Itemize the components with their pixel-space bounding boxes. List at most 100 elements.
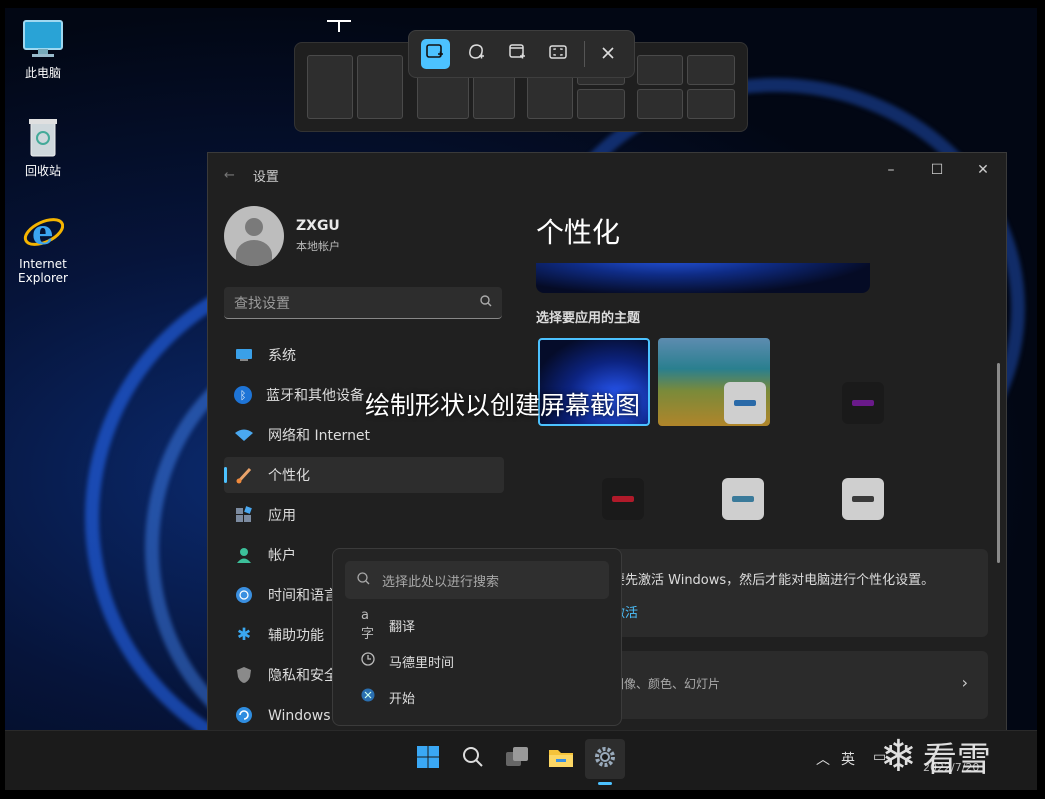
settings-app-button[interactable] [585, 739, 625, 785]
sidebar-item-label: 网络和 Internet [268, 428, 371, 444]
profile-name: ZXGU [296, 218, 340, 234]
sidebar-item-label: 应用 [268, 508, 296, 524]
search-placeholder: 查找设置 [234, 295, 290, 312]
desktop-icon-label: Internet Explorer [18, 257, 68, 285]
back-arrow-icon[interactable]: ← [224, 168, 235, 183]
window-title: 设置 [252, 169, 279, 185]
avatar [224, 206, 284, 266]
activate-link[interactable]: 激活 [612, 602, 974, 621]
window-snip-icon [508, 43, 526, 65]
search-icon [357, 571, 370, 589]
crosshair-cursor [327, 10, 351, 32]
wifi-icon [234, 425, 254, 445]
file-explorer-button[interactable] [541, 739, 581, 779]
popup-item-translate[interactable]: a字 翻译 [345, 607, 609, 643]
popup-search-input[interactable]: 选择此处以进行搜索 [345, 561, 609, 599]
brush-icon [234, 465, 254, 485]
windows-logo-icon [416, 745, 440, 773]
sidebar-item-label: 时间和语言 [268, 588, 338, 604]
theme-chip[interactable] [602, 478, 644, 520]
theme-chip[interactable] [842, 382, 884, 424]
close-snip-button[interactable] [593, 39, 622, 69]
desktop: 此电脑 回收站 e Internet Explorer ← 设置 – ☐ ✕ Z… [5, 8, 1037, 790]
window-controls: – ☐ ✕ [868, 153, 1006, 187]
popup-item-madrid-time[interactable]: 马德里时间 [345, 643, 609, 679]
snap-layout-zone[interactable] [307, 55, 353, 119]
theme-chip[interactable] [842, 478, 884, 520]
monitor-icon [22, 18, 64, 60]
snap-layout-zone[interactable] [637, 89, 683, 119]
popup-item-start[interactable]: 开始 [345, 679, 609, 715]
internet-explorer-icon: e [22, 211, 64, 253]
svg-text:e: e [32, 213, 54, 253]
snap-layout-zone[interactable] [577, 89, 625, 119]
profile-account-type: 本地帐户 [296, 240, 340, 253]
apps-icon [234, 505, 254, 525]
page-title: 个性化 [536, 216, 621, 249]
snap-layout-zone[interactable] [687, 89, 735, 119]
snowflake-icon: ❄ [880, 731, 917, 782]
settings-content: 个性化 选择要应用的主题 要先激活 Windows，然后才能对电脑进行个性化设置… [536, 211, 996, 719]
theme-chip[interactable] [722, 478, 764, 520]
themes-heading: 选择要应用的主题 [536, 311, 641, 326]
chevron-up-icon[interactable]: ︿ [816, 749, 830, 769]
sidebar-item-label: 系统 [268, 348, 296, 364]
task-view-icon [505, 746, 529, 772]
bluetooth-icon: ᛒ [234, 386, 252, 404]
toolbar-divider [584, 41, 586, 67]
snap-layout-zone[interactable] [687, 55, 735, 85]
start-button[interactable] [408, 739, 448, 779]
freeform-snip-button[interactable] [462, 39, 491, 69]
rectangle-snip-button[interactable] [421, 39, 450, 69]
search-icon [462, 746, 484, 772]
sidebar-item-label: 蓝牙和其他设备 [266, 388, 364, 404]
theme-preview [536, 263, 870, 293]
sidebar-item-label: 个性化 [268, 468, 310, 484]
globe-clock-icon [234, 585, 254, 605]
taskbar-search-button[interactable] [453, 739, 493, 779]
window-snip-button[interactable] [503, 39, 532, 69]
fullscreen-snip-button[interactable] [543, 39, 572, 69]
desktop-icon-recycle-bin[interactable]: 回收站 [8, 116, 78, 179]
sidebar-item-label: 帐户 [268, 548, 296, 564]
snap-layout-zone[interactable] [637, 55, 683, 85]
accessibility-icon: ✱ [236, 625, 252, 645]
settings-search-input[interactable]: 查找设置 [224, 287, 502, 319]
active-app-indicator [598, 782, 612, 785]
start-search-popup: 选择此处以进行搜索 a字 翻译 马德里时间 开始 [332, 548, 622, 726]
translate-icon: a字 [361, 608, 375, 642]
sidebar-item-personalization[interactable]: 个性化 [224, 457, 504, 493]
popup-item-label: 马德里时间 [389, 655, 455, 671]
close-window-button[interactable]: ✕ [960, 153, 1006, 187]
maximize-button[interactable]: ☐ [914, 153, 960, 187]
freeform-snip-icon [467, 43, 485, 65]
theme-chip [724, 382, 766, 424]
snap-layout-zone[interactable] [357, 55, 403, 119]
person-icon [234, 545, 254, 565]
clock-icon [361, 652, 379, 670]
minimize-button[interactable]: – [868, 153, 914, 187]
user-profile[interactable]: ZXGU 本地帐户 [224, 201, 504, 271]
update-icon [234, 705, 254, 725]
sidebar-item-apps[interactable]: 应用 [224, 497, 504, 533]
theme-grid [536, 338, 996, 528]
scrollbar[interactable] [997, 363, 1000, 563]
gear-icon [593, 745, 617, 773]
watermark-text: 看雪 [922, 740, 991, 780]
popup-search-placeholder: 选择此处以进行搜索 [382, 574, 500, 590]
input-language-indicator[interactable]: 英 [841, 749, 855, 769]
shield-icon [234, 665, 254, 685]
desktop-icon-this-pc[interactable]: 此电脑 [8, 18, 78, 81]
row-description: 图像、颜色、幻灯片 [612, 677, 721, 691]
close-icon [601, 45, 615, 64]
desktop-icon-label: 回收站 [24, 164, 61, 178]
popup-item-label: 开始 [389, 691, 416, 707]
sidebar-item-system[interactable]: 系统 [224, 337, 504, 373]
activation-text: 要先激活 Windows，然后才能对电脑进行个性化设置。 [612, 573, 935, 588]
sidebar-item-network[interactable]: 网络和 Internet [224, 417, 504, 453]
theme-tile-landscape[interactable] [658, 338, 770, 426]
snip-hint-text: 绘制形状以创建屏幕截图 [365, 391, 641, 420]
task-view-button[interactable] [497, 739, 537, 779]
folder-icon [548, 746, 574, 772]
desktop-icon-internet-explorer[interactable]: e Internet Explorer [8, 211, 78, 285]
